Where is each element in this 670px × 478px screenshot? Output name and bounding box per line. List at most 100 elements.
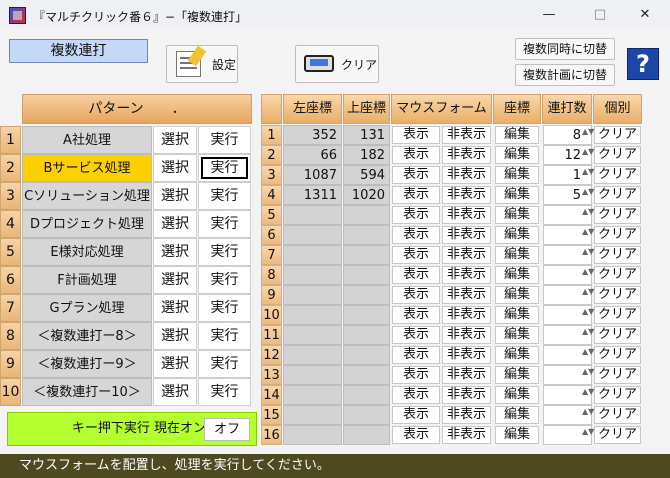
- show-button[interactable]: 表示: [392, 306, 440, 324]
- edit-button[interactable]: 編集: [495, 246, 539, 264]
- hide-button[interactable]: 非表示: [442, 206, 491, 224]
- pattern-select-button[interactable]: 選択: [153, 154, 197, 182]
- click-count-stepper[interactable]: ▲▼: [543, 365, 594, 385]
- pattern-select-button[interactable]: 選択: [153, 182, 197, 210]
- stepper-arrows-icon[interactable]: ▲▼: [582, 128, 594, 143]
- show-button[interactable]: 表示: [392, 186, 440, 204]
- show-button[interactable]: 表示: [392, 346, 440, 364]
- show-button[interactable]: 表示: [392, 406, 440, 424]
- maximize-button[interactable]: □: [582, 4, 618, 26]
- stepper-arrows-icon[interactable]: ▲▼: [582, 348, 594, 363]
- edit-button[interactable]: 編集: [495, 166, 539, 184]
- hide-button[interactable]: 非表示: [442, 286, 491, 304]
- stepper-arrows-icon[interactable]: ▲▼: [582, 248, 594, 263]
- show-button[interactable]: 表示: [392, 286, 440, 304]
- edit-button[interactable]: 編集: [495, 346, 539, 364]
- stepper-arrows-icon[interactable]: ▲▼: [582, 368, 594, 383]
- pattern-select-button[interactable]: 選択: [153, 126, 197, 154]
- edit-button[interactable]: 編集: [495, 306, 539, 324]
- show-button[interactable]: 表示: [392, 206, 440, 224]
- stepper-arrows-icon[interactable]: ▲▼: [582, 168, 594, 183]
- click-count-stepper[interactable]: ▲▼: [543, 385, 594, 405]
- close-button[interactable]: ✕: [627, 4, 663, 26]
- pattern-run-button[interactable]: 実行: [198, 350, 251, 378]
- pattern-run-button[interactable]: 実行: [198, 238, 251, 266]
- pattern-run-button[interactable]: 実行: [198, 182, 251, 210]
- hide-button[interactable]: 非表示: [442, 346, 491, 364]
- pattern-run-button[interactable]: 実行: [198, 154, 251, 182]
- minimize-button[interactable]: —: [531, 4, 567, 26]
- show-button[interactable]: 表示: [392, 386, 440, 404]
- switch-plan-button[interactable]: 複数計画に切替: [515, 64, 615, 86]
- stepper-arrows-icon[interactable]: ▲▼: [582, 308, 594, 323]
- clear-row-button[interactable]: クリア: [594, 306, 641, 324]
- clear-row-button[interactable]: クリア: [594, 206, 641, 224]
- edit-button[interactable]: 編集: [495, 206, 539, 224]
- hide-button[interactable]: 非表示: [442, 406, 491, 424]
- click-count-stepper[interactable]: ▲▼: [543, 245, 594, 265]
- pattern-run-button[interactable]: 実行: [198, 294, 251, 322]
- clear-row-button[interactable]: クリア: [594, 366, 641, 384]
- show-button[interactable]: 表示: [392, 146, 440, 164]
- clear-row-button[interactable]: クリア: [594, 426, 641, 444]
- click-count-stepper[interactable]: ▲▼: [543, 325, 594, 345]
- pattern-run-button[interactable]: 実行: [198, 126, 251, 154]
- hide-button[interactable]: 非表示: [442, 366, 491, 384]
- stepper-arrows-icon[interactable]: ▲▼: [582, 208, 594, 223]
- hide-button[interactable]: 非表示: [442, 246, 491, 264]
- pattern-select-button[interactable]: 選択: [153, 238, 197, 266]
- hide-button[interactable]: 非表示: [442, 326, 491, 344]
- hide-button[interactable]: 非表示: [442, 226, 491, 244]
- click-count-stepper[interactable]: 8 ▲▼: [543, 125, 594, 145]
- clear-row-button[interactable]: クリア: [594, 406, 641, 424]
- edit-button[interactable]: 編集: [495, 146, 539, 164]
- click-count-stepper[interactable]: 12 ▲▼: [543, 145, 594, 165]
- pattern-run-button[interactable]: 実行: [198, 322, 251, 350]
- show-button[interactable]: 表示: [392, 366, 440, 384]
- click-count-stepper[interactable]: ▲▼: [543, 405, 594, 425]
- show-button[interactable]: 表示: [392, 326, 440, 344]
- pattern-select-button[interactable]: 選択: [153, 322, 197, 350]
- click-count-stepper[interactable]: ▲▼: [543, 425, 594, 445]
- clear-button[interactable]: クリア: [295, 45, 379, 83]
- pattern-select-button[interactable]: 選択: [153, 378, 197, 406]
- click-count-stepper[interactable]: ▲▼: [543, 225, 594, 245]
- edit-button[interactable]: 編集: [495, 426, 539, 444]
- hide-button[interactable]: 非表示: [442, 386, 491, 404]
- show-button[interactable]: 表示: [392, 266, 440, 284]
- clear-row-button[interactable]: クリア: [594, 186, 641, 204]
- stepper-arrows-icon[interactable]: ▲▼: [582, 188, 594, 203]
- click-count-stepper[interactable]: 5 ▲▼: [543, 185, 594, 205]
- edit-button[interactable]: 編集: [495, 286, 539, 304]
- click-count-stepper[interactable]: ▲▼: [543, 345, 594, 365]
- switch-simultaneous-button[interactable]: 複数同時に切替: [515, 38, 615, 60]
- pattern-run-button[interactable]: 実行: [198, 210, 251, 238]
- pattern-select-button[interactable]: 選択: [153, 210, 197, 238]
- clear-row-button[interactable]: クリア: [594, 286, 641, 304]
- stepper-arrows-icon[interactable]: ▲▼: [582, 148, 594, 163]
- clear-row-button[interactable]: クリア: [594, 146, 641, 164]
- settings-button[interactable]: 設定: [166, 45, 238, 83]
- stepper-arrows-icon[interactable]: ▲▼: [582, 288, 594, 303]
- click-count-stepper[interactable]: ▲▼: [543, 205, 594, 225]
- stepper-arrows-icon[interactable]: ▲▼: [582, 268, 594, 283]
- hide-button[interactable]: 非表示: [442, 306, 491, 324]
- show-button[interactable]: 表示: [392, 166, 440, 184]
- edit-button[interactable]: 編集: [495, 326, 539, 344]
- click-count-stepper[interactable]: ▲▼: [543, 305, 594, 325]
- show-button[interactable]: 表示: [392, 126, 440, 144]
- edit-button[interactable]: 編集: [495, 266, 539, 284]
- stepper-arrows-icon[interactable]: ▲▼: [582, 428, 594, 443]
- click-count-stepper[interactable]: ▲▼: [543, 265, 594, 285]
- stepper-arrows-icon[interactable]: ▲▼: [582, 328, 594, 343]
- clear-row-button[interactable]: クリア: [594, 346, 641, 364]
- clear-row-button[interactable]: クリア: [594, 266, 641, 284]
- edit-button[interactable]: 編集: [495, 226, 539, 244]
- hide-button[interactable]: 非表示: [442, 426, 491, 444]
- show-button[interactable]: 表示: [392, 246, 440, 264]
- edit-button[interactable]: 編集: [495, 406, 539, 424]
- clear-row-button[interactable]: クリア: [594, 246, 641, 264]
- hide-button[interactable]: 非表示: [442, 266, 491, 284]
- key-off-button[interactable]: オフ: [204, 418, 250, 441]
- stepper-arrows-icon[interactable]: ▲▼: [582, 408, 594, 423]
